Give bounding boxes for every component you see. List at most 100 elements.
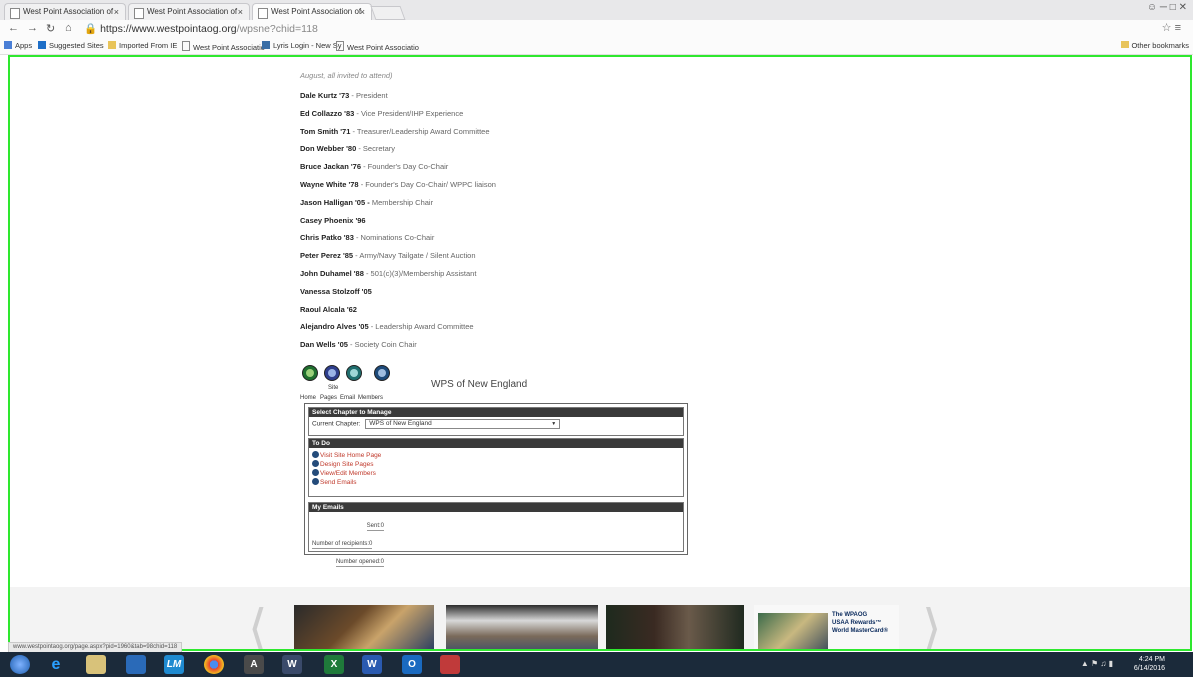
todo-icon (312, 451, 319, 458)
tab-title: West Point Association of (23, 7, 114, 16)
officer-name: Dan Wells '05 (300, 340, 348, 350)
site-pages-icon[interactable] (324, 365, 340, 381)
todo-label: Design Site Pages (320, 461, 374, 468)
email-icon[interactable] (346, 365, 362, 381)
bookmark-lyris[interactable]: Lyris Login - New Sy (262, 41, 342, 50)
system-tray-icons[interactable]: ▲ ⚑ ♫ ▮ (1081, 659, 1113, 668)
intro-text: August, all invited to attend) (300, 71, 393, 80)
bookmark-label: West Point Associatio (347, 43, 419, 52)
bookmark-imported[interactable]: Imported From IE (108, 41, 177, 50)
chevron-down-icon: ▼ (551, 421, 557, 427)
close-window-icon[interactable]: ✕ (1179, 2, 1187, 13)
tab-title: West Point Association of (147, 7, 238, 16)
back-icon[interactable]: ← (8, 22, 19, 34)
officer-name: John Duhamel '88 (300, 269, 364, 278)
excel-icon[interactable]: X (324, 655, 344, 674)
word-icon[interactable]: W (362, 655, 382, 674)
home-label[interactable]: Home (300, 395, 316, 401)
todo-icon (312, 478, 319, 485)
user-icon[interactable]: ☺ (1147, 2, 1157, 13)
page-icon (258, 8, 268, 19)
footer-photo-2[interactable] (446, 605, 598, 649)
footer-photo-1[interactable] (294, 605, 434, 649)
email-stats: Sent:0 Number of recipients:0 Number ope… (309, 514, 683, 568)
officer-row: Chris Patko '83 - Nominations Co-Chair (300, 233, 434, 242)
officer-row: Ed Collazzo '83 - Vice President/IHP Exp… (300, 109, 463, 118)
panel-header: My Emails (309, 503, 683, 512)
chapter-title: WPS of New England (431, 379, 528, 390)
officer-row: Vanessa Stolzoff '05 (300, 287, 372, 296)
officer-row: Jason Halligan '05 - Membership Chair (300, 198, 433, 207)
forward-icon[interactable]: → (27, 22, 38, 34)
outlook-icon[interactable]: O (402, 655, 422, 674)
chapter-select-value: WPS of New England (369, 420, 432, 427)
officer-row: Wayne White '78 - Founder's Day Co-Chair… (300, 180, 496, 189)
todo-label: Send Emails (320, 479, 357, 486)
url-field[interactable]: 🔒 https://www.westpointaog.org/wpsne?chid… (84, 22, 318, 35)
carousel-next-icon[interactable]: ⟩ (922, 599, 942, 649)
url-host: https://www.westpointaog.org (100, 23, 237, 35)
close-icon[interactable]: × (360, 4, 365, 20)
window-controls[interactable]: ☺ ─ □ ✕ (1147, 2, 1187, 13)
address-bar: ← → ↻ ⌂ 🔒 https://www.westpointaog.org/wp… (0, 20, 1193, 39)
bookmark-suggested[interactable]: Suggested Sites (38, 41, 104, 50)
other-bookmarks[interactable]: Other bookmarks (1121, 41, 1189, 50)
chapter-management-box: Select Chapter to Manage Current Chapter… (304, 403, 688, 567)
todo-icon (312, 460, 319, 467)
officer-name: Wayne White '78 (300, 180, 359, 189)
todo-link[interactable]: Send Emails (309, 478, 683, 487)
members-label[interactable]: Members (358, 395, 383, 401)
officer-role: - Leadership Award Committee (368, 322, 474, 332)
officer-row: John Duhamel '88 - 501(c)(3)/Membership … (300, 269, 476, 278)
officer-row: Alejandro Alves '05 - Leadership Award C… (300, 322, 474, 331)
bookmark-wpa-2[interactable]: West Point Associatio (336, 41, 419, 52)
media-player-icon[interactable] (126, 655, 146, 674)
my-emails-panel: My Emails Sent:0 Number of recipients:0 … (308, 502, 684, 567)
bookmark-star-icon[interactable]: ☆ ≡ (1162, 21, 1181, 34)
officer-name: Dale Kurtz '73 (300, 91, 350, 100)
usaa-card-ad[interactable]: The WPAOG USAA Rewards™ World MasterCard… (754, 605, 899, 649)
close-icon[interactable]: × (238, 4, 243, 20)
internet-explorer-icon[interactable]: e (46, 655, 66, 674)
start-button-icon[interactable] (10, 655, 30, 674)
clock-date: 6/14/2016 (1133, 665, 1165, 672)
todo-panel: To Do Visit Site Home Page Design Site Pa… (308, 438, 684, 497)
home-icon[interactable] (302, 365, 318, 381)
chapter-select[interactable]: WPS of New England ▼ (365, 419, 561, 429)
pages-label[interactable]: Pages (320, 395, 337, 401)
snipping-tool-icon[interactable] (440, 655, 460, 674)
lm-app-icon[interactable]: LM (164, 655, 184, 674)
officer-role: - 501(c)(3)/Membership Assistant (363, 269, 477, 278)
footer-photo-3[interactable] (606, 605, 744, 649)
new-tab-button[interactable] (370, 6, 406, 20)
bookmark-label: Lyris Login - New Sy (273, 41, 342, 50)
acrobat-icon[interactable]: A (244, 655, 264, 674)
minimize-icon[interactable]: ─ (1160, 2, 1167, 13)
writer-icon[interactable]: W (282, 655, 302, 674)
tab-2[interactable]: West Point Association of × (128, 3, 250, 20)
chrome-icon[interactable] (204, 655, 224, 674)
members-icon[interactable] (374, 365, 390, 381)
todo-link[interactable]: Visit Site Home Page (309, 451, 683, 460)
todo-link[interactable]: Design Site Pages (309, 460, 683, 469)
tab-3-active[interactable]: West Point Association of × (252, 3, 372, 20)
bookmark-wpa-1[interactable]: West Point Associatio (182, 41, 265, 52)
home-icon[interactable]: ⌂ (65, 22, 72, 34)
carousel-prev-icon[interactable]: ⟨ (248, 599, 268, 649)
email-label[interactable]: Email (340, 395, 355, 401)
panel-header: To Do (309, 439, 683, 448)
reload-icon[interactable]: ↻ (46, 22, 55, 35)
tab-1[interactable]: West Point Association of × (4, 3, 126, 20)
bookmark-apps[interactable]: Apps (4, 41, 32, 50)
bookmark-label: West Point Associatio (193, 43, 265, 52)
todo-icon (312, 469, 319, 476)
footer-carousel: ⟨ The WPAOG USAA Rewards™ World MasterCa… (10, 587, 1190, 649)
email-recipients: Number of recipients:0 (312, 541, 373, 549)
clock[interactable]: 4:24 PM 6/14/2016 (1134, 655, 1165, 673)
todo-link[interactable]: View/Edit Members (309, 469, 683, 478)
officer-row: Tom Smith '71 - Treasurer/Leadership Awa… (300, 127, 490, 136)
maximize-icon[interactable]: □ (1170, 2, 1176, 13)
officer-row: Peter Perez '85 - Army/Navy Tailgate / S… (300, 251, 476, 260)
close-icon[interactable]: × (114, 4, 119, 20)
file-explorer-icon[interactable] (86, 655, 106, 674)
